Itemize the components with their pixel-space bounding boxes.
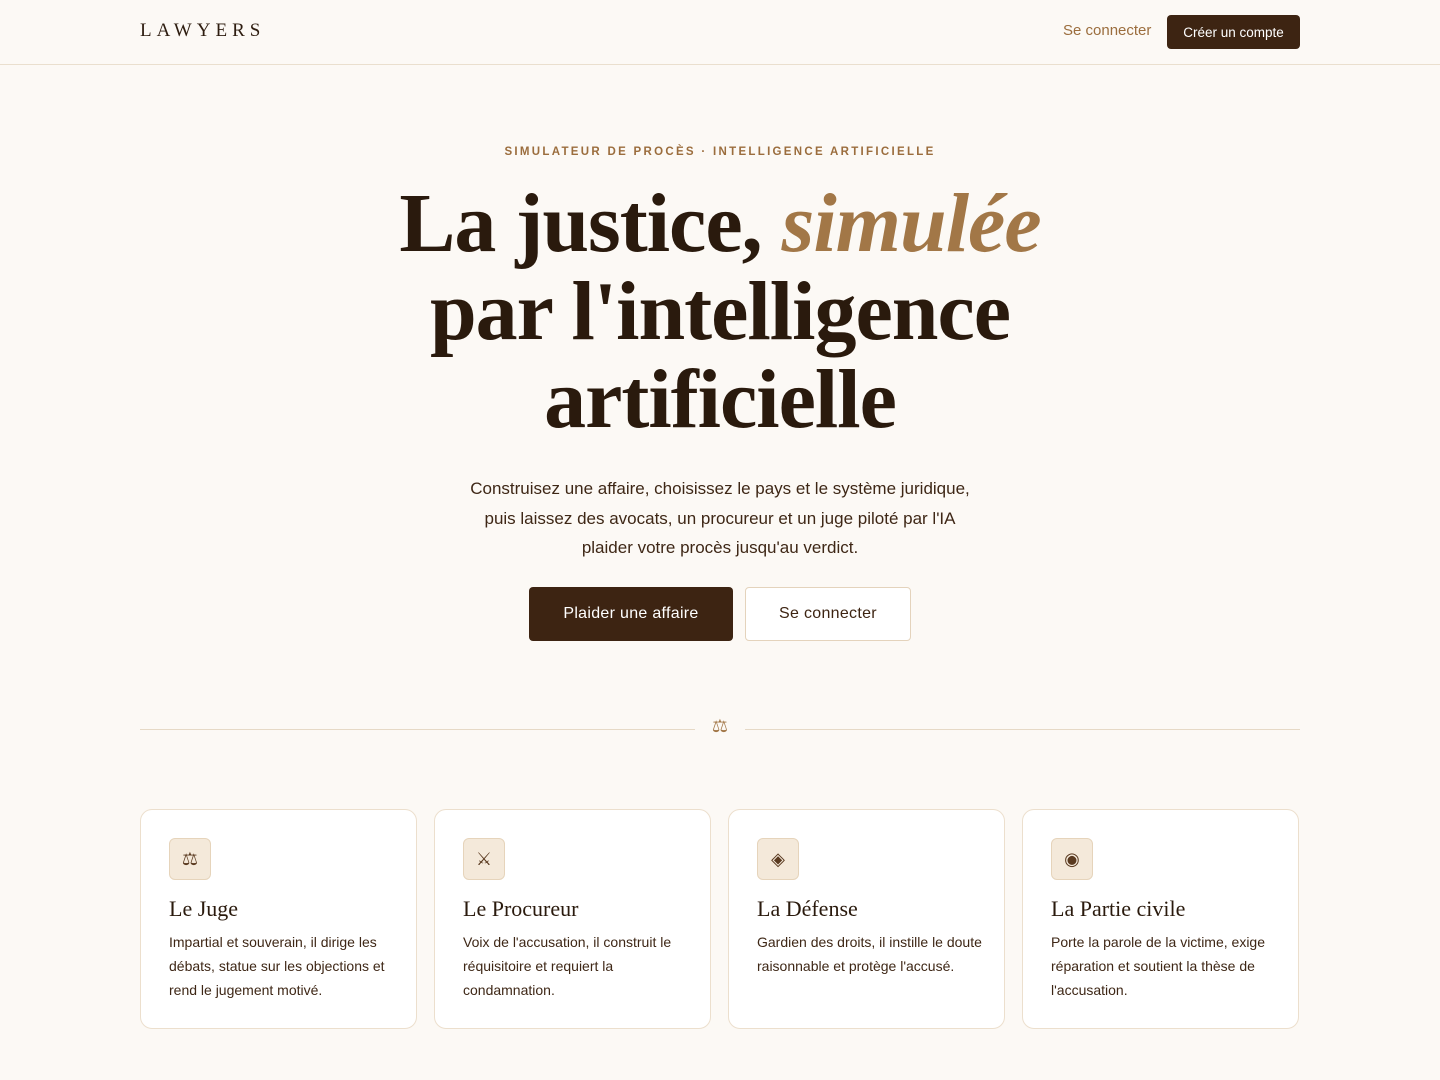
role-card-description: Gardien des droits, il instille le doute… bbox=[757, 934, 982, 974]
role-card-title: La Partie civile bbox=[1051, 896, 1186, 921]
role-card-title: Le Procureur bbox=[463, 896, 579, 921]
hero-eyebrow: SIMULATEUR DE PROCÈS · INTELLIGENCE ARTI… bbox=[504, 146, 936, 158]
hero-title-part1: La justice, bbox=[399, 177, 782, 270]
hero-title: La justice, simulée par l'intelligence a… bbox=[0, 180, 1440, 444]
role-card-civil-party: ◉ La Partie civile Porte la parole de la… bbox=[1022, 809, 1299, 1029]
scales-icon: ⚖ bbox=[711, 716, 729, 737]
role-card-description: Voix de l'accusation, il construit le ré… bbox=[463, 934, 672, 998]
hero-title-accent: simulée bbox=[781, 177, 1042, 270]
nav-login-link[interactable]: Se connecter bbox=[1063, 22, 1151, 39]
role-card-judge: ⚖ Le Juge Impartial et souverain, il dir… bbox=[140, 809, 417, 1029]
scales-icon: ⚖ bbox=[169, 838, 211, 880]
role-card-description: Porte la parole de la victime, exige rép… bbox=[1051, 934, 1265, 998]
hero-title-line2: par l'intelligence bbox=[429, 265, 1011, 358]
role-card-prosecutor: ⚔ Le Procureur Voix de l'accusation, il … bbox=[434, 809, 711, 1029]
role-card-description: Impartial et souverain, il dirige les dé… bbox=[169, 934, 385, 998]
role-card-defense: ◈ La Défense Gardien des droits, il inst… bbox=[728, 809, 1005, 1029]
diamond-icon: ◈ bbox=[757, 838, 799, 880]
hero-title-line3: artificielle bbox=[544, 353, 897, 446]
hero-subtitle: Construisez une affaire, choisissez le p… bbox=[470, 479, 970, 557]
role-card-title: La Défense bbox=[757, 896, 858, 921]
divider-line-left bbox=[140, 729, 695, 730]
hero-login-button[interactable]: Se connecter bbox=[745, 587, 911, 641]
nav-signup-button[interactable]: Créer un compte bbox=[1167, 15, 1300, 49]
role-card-title: Le Juge bbox=[169, 896, 239, 921]
target-circle-icon: ◉ bbox=[1051, 838, 1093, 880]
plead-case-button[interactable]: Plaider une affaire bbox=[529, 587, 733, 641]
top-navbar: LAWYERS Se connecter Créer un compte bbox=[0, 0, 1440, 65]
brand-logo[interactable]: LAWYERS bbox=[140, 20, 265, 42]
divider-line-right bbox=[745, 729, 1300, 730]
crossed-swords-icon: ⚔ bbox=[463, 838, 505, 880]
